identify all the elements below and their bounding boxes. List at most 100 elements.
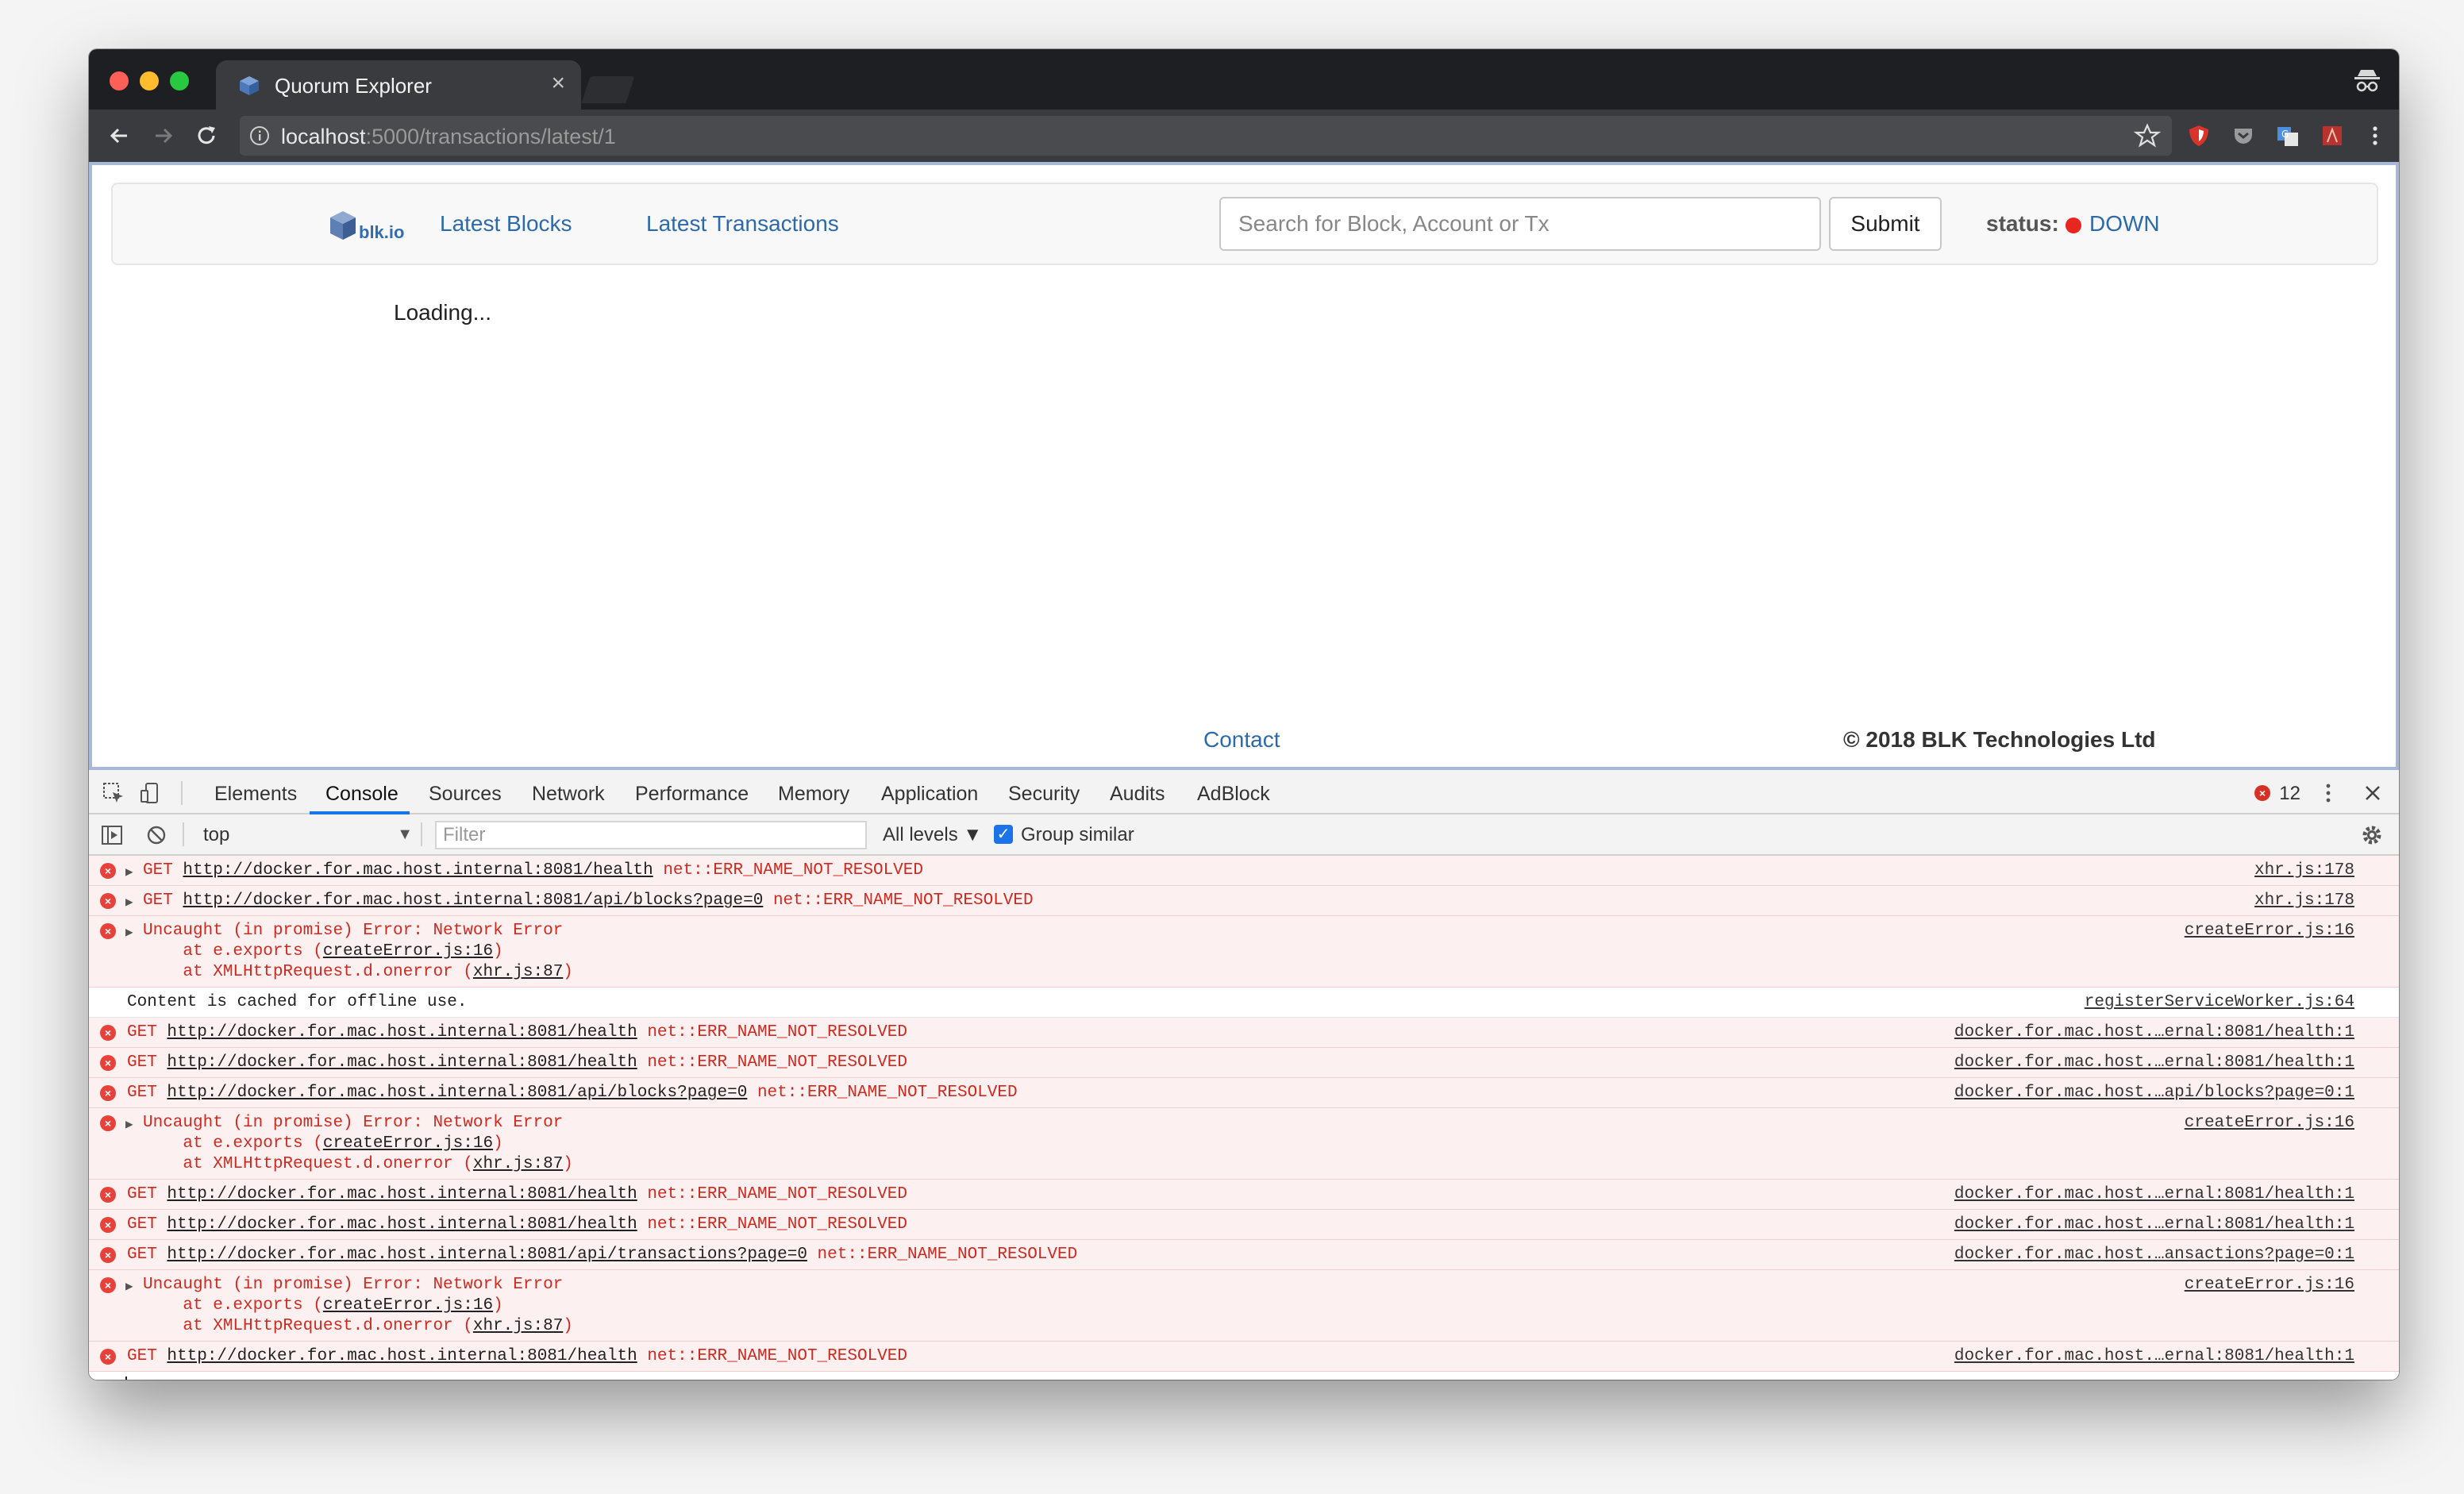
tab-application[interactable]: Application	[881, 783, 978, 806]
devtools-menu-icon[interactable]	[2316, 781, 2340, 805]
console-source-link[interactable]: createError.js:16	[2185, 921, 2354, 941]
pocket-extension-icon[interactable]	[2231, 123, 2256, 148]
log-levels-dropdown[interactable]: All levels ▼	[883, 824, 982, 846]
console-error-row[interactable]: × ▶ Uncaught (in promise) Error: Network E…	[89, 1108, 2399, 1180]
show-sidebar-icon[interactable]	[100, 823, 124, 847]
search-input[interactable]	[1219, 197, 1821, 251]
console-link[interactable]: createError.js:16	[323, 942, 493, 961]
ublock-extension-icon[interactable]	[2186, 123, 2212, 148]
console-prompt-icon: ›	[100, 1377, 110, 1380]
chrome-menu-icon[interactable]	[2362, 123, 2388, 148]
console-link[interactable]: xhr.js:87	[473, 963, 563, 981]
console-error-row[interactable]: × ▶ GET http://docker.for.mac.host.interna…	[89, 856, 2399, 886]
console-settings-gear-icon[interactable]	[2359, 822, 2385, 848]
submit-button[interactable]: Submit	[1829, 197, 1942, 251]
tab-elements[interactable]: Elements	[214, 783, 297, 806]
console-message-text: at XMLHttpRequest.d.onerror (xhr.js:87)	[143, 1317, 573, 1335]
console-link[interactable]: xhr.js:87	[473, 1155, 563, 1173]
console-source-link[interactable]: createError.js:16	[2185, 1275, 2354, 1296]
console-message-text: Uncaught (in promise) Error: Network Err…	[143, 1114, 564, 1132]
tab-security[interactable]: Security	[1008, 783, 1080, 806]
info-icon[interactable]	[249, 125, 270, 146]
console-source-link[interactable]: docker.for.mac.host.…ansactions?page=0:1	[1954, 1245, 2354, 1265]
console-source-link[interactable]: docker.for.mac.host.…api/blocks?page=0:1	[1954, 1083, 2354, 1103]
console-error-row[interactable]: × ▶ GET http://docker.for.mac.host.interna…	[89, 886, 2399, 916]
tab-close-icon[interactable]: ×	[551, 71, 565, 95]
console-link[interactable]: http://docker.for.mac.host.internal:8081…	[167, 1215, 637, 1234]
console-error-row[interactable]: × ▶ Uncaught (in promise) Error: Network E…	[89, 916, 2399, 988]
url-text: localhost:5000/transactions/latest/1	[281, 125, 616, 149]
console-link[interactable]: http://docker.for.mac.host.internal:8081…	[167, 1023, 637, 1042]
tab-network[interactable]: Network	[532, 783, 605, 806]
new-tab-button[interactable]	[581, 76, 635, 103]
address-bar[interactable]: localhost:5000/transactions/latest/1	[240, 116, 2172, 156]
console-source-link[interactable]: docker.for.mac.host.…ernal:8081/health:1	[1954, 1346, 2354, 1367]
console-link[interactable]: http://docker.for.mac.host.internal:8081…	[183, 861, 653, 880]
console-source-link[interactable]: xhr.js:178	[2254, 891, 2354, 911]
maximize-window-button[interactable]	[170, 71, 189, 90]
inspect-element-icon[interactable]	[102, 781, 125, 805]
console-source-link[interactable]: docker.for.mac.host.…ernal:8081/health:1	[1954, 1215, 2354, 1235]
logo-text[interactable]: blk.io	[359, 222, 404, 243]
lastpass-extension-icon[interactable]	[2320, 123, 2345, 148]
error-count-icon[interactable]: ×	[2254, 785, 2270, 801]
console-filter-input[interactable]	[435, 821, 867, 849]
error-icon: ×	[100, 1349, 116, 1365]
back-arrow-icon[interactable]	[106, 123, 132, 148]
console-link[interactable]: xhr.js:87	[473, 1317, 563, 1335]
console-message-text: GET http://docker.for.mac.host.internal:…	[143, 891, 1034, 910]
expand-triangle-icon[interactable]: ▶	[125, 894, 133, 910]
translate-extension-icon[interactable]: G	[2275, 123, 2300, 148]
tab-memory[interactable]: Memory	[778, 783, 849, 806]
console-link[interactable]: http://docker.for.mac.host.internal:8081…	[167, 1053, 637, 1072]
toolbar-divider	[421, 822, 422, 846]
console-toolbar: top ▼ All levels ▼ ✓ Group similar	[89, 814, 2399, 856]
console-input-caret[interactable]	[125, 1377, 127, 1380]
console-message-text: at e.exports (createError.js:16)	[143, 1134, 503, 1153]
expand-triangle-icon[interactable]: ▶	[125, 864, 133, 880]
console-source-link[interactable]: xhr.js:178	[2254, 861, 2354, 881]
console-source-link[interactable]: docker.for.mac.host.…ernal:8081/health:1	[1954, 1022, 2354, 1043]
expand-triangle-icon[interactable]: ▶	[125, 924, 133, 940]
minimize-window-button[interactable]	[140, 71, 159, 90]
clear-console-icon[interactable]	[144, 823, 168, 847]
context-selector[interactable]: top ▼	[203, 822, 413, 848]
console-source-link[interactable]: createError.js:16	[2185, 1113, 2354, 1134]
expand-triangle-icon[interactable]: ▶	[125, 1278, 133, 1294]
tab-console[interactable]: Console	[325, 783, 398, 806]
bookmark-star-icon[interactable]	[2134, 122, 2161, 149]
console-source-link[interactable]: docker.for.mac.host.…ernal:8081/health:1	[1954, 1184, 2354, 1205]
tab-sources[interactable]: Sources	[429, 783, 502, 806]
tab-adblock[interactable]: AdBlock	[1197, 783, 1270, 806]
console-message-text: at XMLHttpRequest.d.onerror (xhr.js:87)	[143, 963, 573, 981]
nav-latest-blocks[interactable]: Latest Blocks	[440, 211, 572, 237]
tab-audits[interactable]: Audits	[1110, 783, 1165, 806]
expand-triangle-icon[interactable]: ▶	[125, 1116, 133, 1132]
console-link[interactable]: http://docker.for.mac.host.internal:8081…	[167, 1084, 747, 1102]
browser-tab[interactable]: Quorum Explorer ×	[216, 60, 581, 110]
console-link[interactable]: createError.js:16	[323, 1134, 493, 1153]
nav-latest-transactions[interactable]: Latest Transactions	[646, 211, 839, 237]
console-link[interactable]: http://docker.for.mac.host.internal:8081…	[167, 1185, 637, 1203]
group-similar-label: Group similar	[1021, 824, 1134, 845]
forward-arrow-icon[interactable]	[151, 123, 176, 148]
console-link[interactable]: createError.js:16	[323, 1296, 493, 1315]
console-link[interactable]: http://docker.for.mac.host.internal:8081…	[167, 1347, 637, 1365]
tab-performance[interactable]: Performance	[635, 783, 749, 806]
close-devtools-icon[interactable]	[2361, 781, 2385, 805]
console-link[interactable]: http://docker.for.mac.host.internal:8081…	[167, 1246, 807, 1264]
console-link[interactable]: http://docker.for.mac.host.internal:8081…	[183, 891, 763, 910]
error-count[interactable]: 12	[2279, 783, 2300, 805]
console-message-text: at e.exports (createError.js:16)	[143, 942, 503, 961]
close-window-button[interactable]	[110, 71, 129, 90]
console-message-text: GET http://docker.for.mac.host.internal:…	[127, 1185, 907, 1203]
console-source-link[interactable]: docker.for.mac.host.…ernal:8081/health:1	[1954, 1053, 2354, 1073]
footer-contact-link[interactable]: Contact	[1203, 727, 1280, 753]
group-similar-checkbox[interactable]: ✓	[994, 825, 1013, 844]
toolbar-divider	[181, 781, 183, 805]
console-error-row[interactable]: × ▶ Uncaught (in promise) Error: Network E…	[89, 1270, 2399, 1342]
device-toolbar-icon[interactable]	[138, 781, 162, 805]
reload-icon[interactable]	[194, 123, 219, 148]
console-source-link[interactable]: registerServiceWorker.js:64	[2085, 992, 2354, 1013]
console-message-text: GET http://docker.for.mac.host.internal:…	[127, 1215, 907, 1234]
